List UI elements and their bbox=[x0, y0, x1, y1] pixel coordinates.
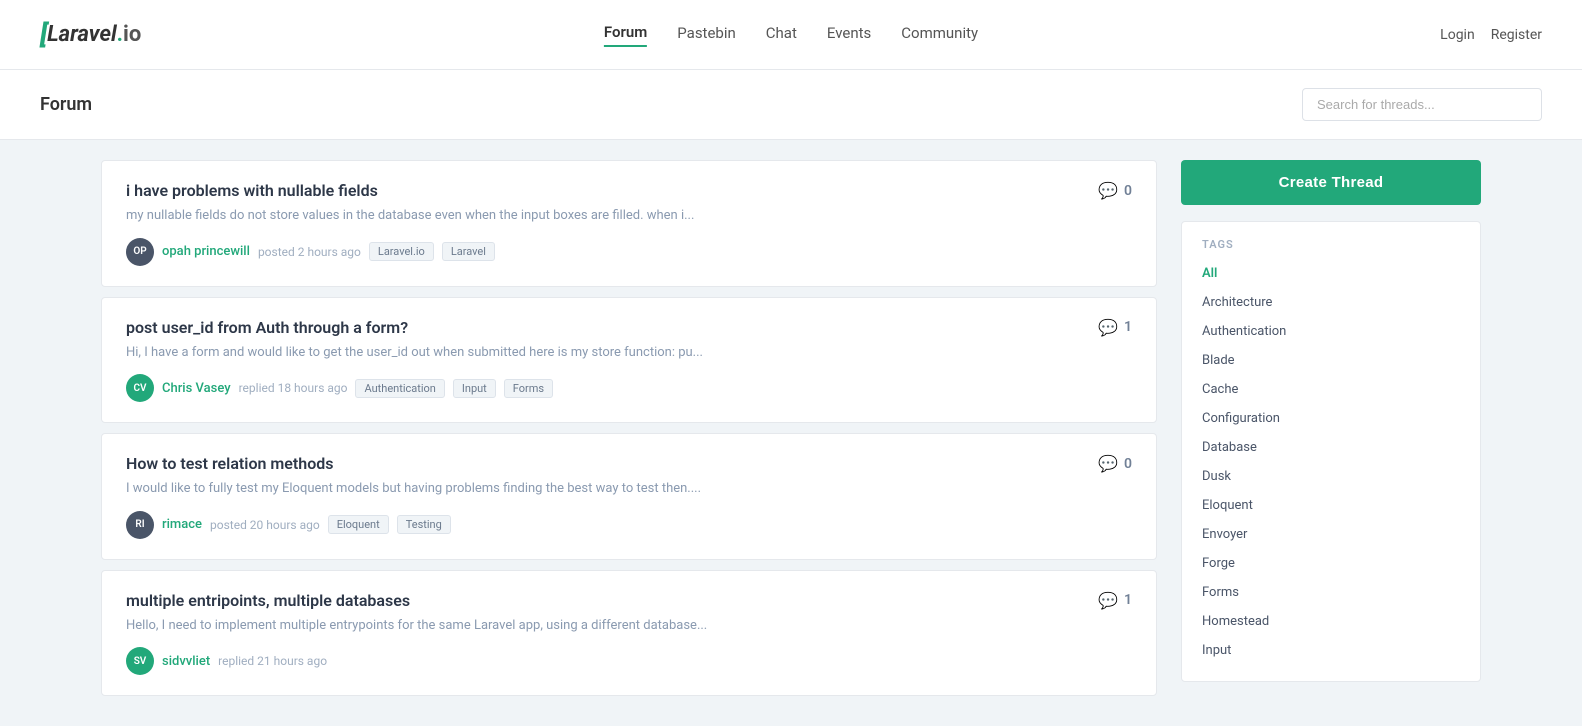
logo-text: Laravel bbox=[47, 22, 117, 47]
sidebar-tag-item[interactable]: Input bbox=[1182, 636, 1480, 665]
sidebar-tag-item[interactable]: Dusk bbox=[1182, 462, 1480, 491]
logo[interactable]: [Laravel.io bbox=[40, 20, 141, 50]
comment-icon: 💬 bbox=[1098, 318, 1118, 337]
meta-action: posted 20 hours ago bbox=[210, 518, 320, 532]
thread-tag[interactable]: Authentication bbox=[355, 379, 444, 398]
create-thread-button[interactable]: Create Thread bbox=[1181, 160, 1481, 205]
thread-meta: SV sidvvliet replied 21 hours ago bbox=[126, 647, 1082, 675]
username[interactable]: opah princewill bbox=[162, 244, 250, 259]
meta-action: posted 2 hours ago bbox=[258, 245, 361, 259]
main-nav: Forum Pastebin Chat Events Community bbox=[604, 23, 978, 47]
thread-tag[interactable]: Laravel bbox=[442, 242, 495, 261]
login-link[interactable]: Login bbox=[1440, 27, 1475, 43]
thread-main: How to test relation methods I would lik… bbox=[126, 454, 1082, 539]
comment-icon: 💬 bbox=[1098, 181, 1118, 200]
comment-number: 1 bbox=[1124, 592, 1132, 608]
username[interactable]: sidvvliet bbox=[162, 654, 210, 669]
sidebar-tag-item[interactable]: Architecture bbox=[1182, 288, 1480, 317]
thread-excerpt: my nullable fields do not store values i… bbox=[126, 206, 1082, 226]
sub-header: Forum bbox=[0, 70, 1582, 140]
meta-action: replied 18 hours ago bbox=[239, 381, 348, 395]
thread-tag[interactable]: Laravel.io bbox=[369, 242, 434, 261]
nav-forum[interactable]: Forum bbox=[604, 23, 647, 47]
sidebar-tag-item[interactable]: Configuration bbox=[1182, 404, 1480, 433]
thread-tag[interactable]: Testing bbox=[397, 515, 451, 534]
comment-icon: 💬 bbox=[1098, 591, 1118, 610]
sidebar-tag-item[interactable]: Envoyer bbox=[1182, 520, 1480, 549]
thread-title[interactable]: How to test relation methods bbox=[126, 454, 1082, 473]
thread-meta: CV Chris Vasey replied 18 hours ago Auth… bbox=[126, 374, 1082, 402]
tags-label: TAGS bbox=[1182, 238, 1480, 259]
thread-tag[interactable]: Forms bbox=[504, 379, 553, 398]
avatar: SV bbox=[126, 647, 154, 675]
comment-number: 0 bbox=[1124, 456, 1132, 472]
thread-excerpt: Hi, I have a form and would like to get … bbox=[126, 343, 1082, 363]
username[interactable]: Chris Vasey bbox=[162, 381, 231, 396]
main-content: i have problems with nullable fields my … bbox=[61, 140, 1521, 726]
thread-card: How to test relation methods I would lik… bbox=[101, 433, 1157, 560]
thread-title[interactable]: i have problems with nullable fields bbox=[126, 181, 1082, 200]
thread-comment-count: 💬 1 bbox=[1098, 318, 1132, 337]
thread-meta: RI rimace posted 20 hours ago Eloquent Te… bbox=[126, 511, 1082, 539]
sidebar-tag-item[interactable]: Blade bbox=[1182, 346, 1480, 375]
sidebar-tag-item[interactable]: Eloquent bbox=[1182, 491, 1480, 520]
page-title: Forum bbox=[40, 94, 92, 115]
logo-bracket: [ bbox=[40, 20, 47, 50]
header-auth-links: Login Register bbox=[1440, 27, 1542, 43]
thread-comment-count: 💬 1 bbox=[1098, 591, 1132, 610]
thread-main: multiple entripoints, multiple databases… bbox=[126, 591, 1082, 676]
tags-panel: TAGS AllArchitectureAuthenticationBladeC… bbox=[1181, 221, 1481, 682]
header: [Laravel.io Forum Pastebin Chat Events C… bbox=[0, 0, 1582, 70]
sidebar-tag-item[interactable]: Database bbox=[1182, 433, 1480, 462]
sidebar-tag-item[interactable]: Forms bbox=[1182, 578, 1480, 607]
avatar: RI bbox=[126, 511, 154, 539]
thread-card: multiple entripoints, multiple databases… bbox=[101, 570, 1157, 697]
avatar: CV bbox=[126, 374, 154, 402]
thread-card: i have problems with nullable fields my … bbox=[101, 160, 1157, 287]
comment-number: 1 bbox=[1124, 319, 1132, 335]
thread-comment-count: 💬 0 bbox=[1098, 181, 1132, 200]
nav-pastebin[interactable]: Pastebin bbox=[677, 24, 736, 46]
sidebar-tag-item[interactable]: Authentication bbox=[1182, 317, 1480, 346]
thread-main: i have problems with nullable fields my … bbox=[126, 181, 1082, 266]
nav-events[interactable]: Events bbox=[827, 24, 871, 46]
sidebar: Create Thread TAGS AllArchitectureAuthen… bbox=[1181, 160, 1481, 706]
logo-io: io bbox=[123, 22, 141, 47]
sidebar-tag-item[interactable]: Forge bbox=[1182, 549, 1480, 578]
comment-number: 0 bbox=[1124, 183, 1132, 199]
thread-main: post user_id from Auth through a form? H… bbox=[126, 318, 1082, 403]
thread-excerpt: I would like to fully test my Eloquent m… bbox=[126, 479, 1082, 499]
thread-card: post user_id from Auth through a form? H… bbox=[101, 297, 1157, 424]
username[interactable]: rimace bbox=[162, 517, 202, 532]
thread-list: i have problems with nullable fields my … bbox=[101, 160, 1157, 706]
nav-chat[interactable]: Chat bbox=[766, 24, 797, 46]
meta-action: replied 21 hours ago bbox=[218, 654, 327, 668]
register-link[interactable]: Register bbox=[1491, 27, 1542, 43]
sidebar-tag-item[interactable]: Homestead bbox=[1182, 607, 1480, 636]
sidebar-tag-item[interactable]: All bbox=[1182, 259, 1480, 288]
thread-title[interactable]: post user_id from Auth through a form? bbox=[126, 318, 1082, 337]
thread-comment-count: 💬 0 bbox=[1098, 454, 1132, 473]
search-input[interactable] bbox=[1302, 88, 1542, 121]
thread-tag[interactable]: Input bbox=[453, 379, 496, 398]
comment-icon: 💬 bbox=[1098, 454, 1118, 473]
thread-tag[interactable]: Eloquent bbox=[328, 515, 389, 534]
thread-title[interactable]: multiple entripoints, multiple databases bbox=[126, 591, 1082, 610]
thread-meta: OP opah princewill posted 2 hours ago La… bbox=[126, 238, 1082, 266]
sidebar-tag-item[interactable]: Cache bbox=[1182, 375, 1480, 404]
thread-excerpt: Hello, I need to implement multiple entr… bbox=[126, 616, 1082, 636]
avatar: OP bbox=[126, 238, 154, 266]
nav-community[interactable]: Community bbox=[901, 24, 978, 46]
